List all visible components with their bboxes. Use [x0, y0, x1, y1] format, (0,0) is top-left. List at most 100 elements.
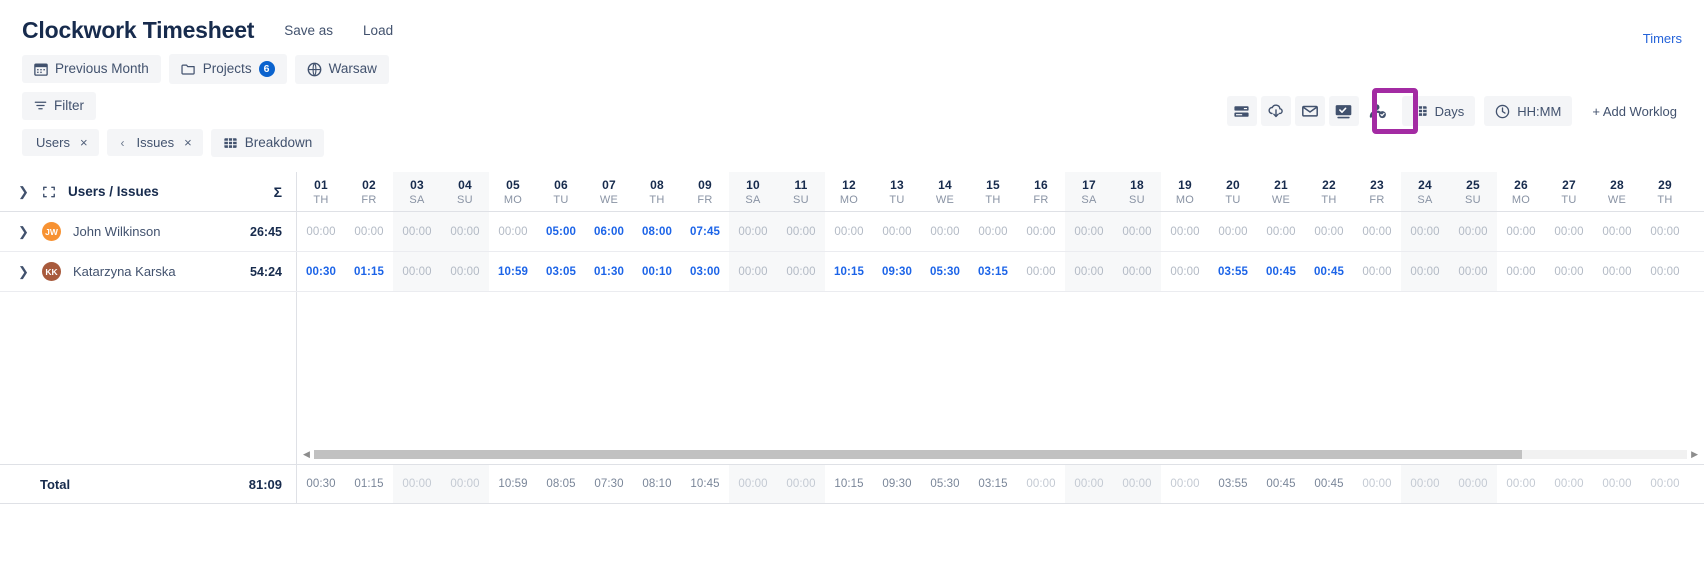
day-header[interactable]: 29 TH: [1641, 172, 1689, 211]
day-header[interactable]: 14 WE: [921, 172, 969, 211]
worklog-cell[interactable]: 00:00: [1209, 212, 1257, 251]
worklog-cell[interactable]: 00:00: [1161, 212, 1209, 251]
worklog-cell[interactable]: 00:00: [1545, 252, 1593, 291]
worklog-cell[interactable]: 00:00: [1497, 212, 1545, 251]
worklog-cell[interactable]: 00:45: [1257, 252, 1305, 291]
scroll-left-arrow-icon[interactable]: ◀: [299, 449, 314, 460]
day-header[interactable]: 18 SU: [1113, 172, 1161, 211]
day-header[interactable]: 17 SA: [1065, 172, 1113, 211]
worklog-cell[interactable]: 07:45: [681, 212, 729, 251]
day-header[interactable]: 26 MO: [1497, 172, 1545, 211]
worklog-cell[interactable]: 00:00: [1161, 252, 1209, 291]
worklog-cell[interactable]: 05:30: [921, 252, 969, 291]
days-view-button[interactable]: Days: [1401, 96, 1476, 126]
day-header[interactable]: 01 TH: [297, 172, 345, 211]
worklog-cell[interactable]: 00:00: [1257, 212, 1305, 251]
day-header[interactable]: 19 MO: [1161, 172, 1209, 211]
previous-month-button[interactable]: Previous Month: [22, 55, 161, 83]
worklog-cell[interactable]: 00:00: [1449, 252, 1497, 291]
worklog-cell[interactable]: 00:00: [1353, 212, 1401, 251]
day-header[interactable]: 22 TH: [1305, 172, 1353, 211]
day-header[interactable]: 21 WE: [1257, 172, 1305, 211]
worklog-cell[interactable]: 10:15: [825, 252, 873, 291]
worklog-cell[interactable]: 06:00: [585, 212, 633, 251]
rows-icon[interactable]: [1226, 96, 1257, 126]
day-header[interactable]: 06 TU: [537, 172, 585, 211]
worklog-cell[interactable]: 10:59: [489, 252, 537, 291]
row-expand-caret-icon[interactable]: ❯: [18, 264, 30, 280]
day-header[interactable]: 10 SA: [729, 172, 777, 211]
timers-link[interactable]: Timers: [1643, 31, 1682, 46]
worklog-cell[interactable]: 00:30: [297, 252, 345, 291]
worklog-cell[interactable]: 00:00: [1497, 252, 1545, 291]
sum-toggle-icon[interactable]: Σ: [274, 184, 282, 200]
chip-issues-remove-icon[interactable]: ×: [184, 136, 192, 149]
projects-button[interactable]: Projects 6: [168, 54, 287, 84]
worklog-cell[interactable]: 01:30: [585, 252, 633, 291]
worklog-cell[interactable]: 00:00: [1065, 212, 1113, 251]
time-format-button[interactable]: HH:MM: [1484, 96, 1573, 126]
table-row[interactable]: ❯ JW John Wilkinson 26:45 00:00 00:00 00:00 00:…: [0, 212, 1704, 252]
day-header[interactable]: 13 TU: [873, 172, 921, 211]
day-header[interactable]: 23 FR: [1353, 172, 1401, 211]
day-header[interactable]: 11 SU: [777, 172, 825, 211]
worklog-cell[interactable]: 00:00: [1401, 212, 1449, 251]
worklog-cell[interactable]: 00:00: [969, 212, 1017, 251]
worklog-cell[interactable]: 00:00: [441, 212, 489, 251]
chip-users[interactable]: Users ×: [22, 129, 99, 156]
worklog-cell[interactable]: 03:55: [1209, 252, 1257, 291]
worklog-cell[interactable]: 00:00: [441, 252, 489, 291]
load-button[interactable]: Load: [363, 23, 393, 38]
email-icon[interactable]: [1294, 96, 1325, 126]
worklog-cell[interactable]: 00:00: [1305, 212, 1353, 251]
worklog-cell[interactable]: 08:00: [633, 212, 681, 251]
day-header[interactable]: 05 MO: [489, 172, 537, 211]
day-header[interactable]: 04 SU: [441, 172, 489, 211]
cloud-download-icon[interactable]: [1260, 96, 1291, 126]
save-as-button[interactable]: Save as: [284, 23, 333, 38]
worklog-cell[interactable]: 03:00: [681, 252, 729, 291]
scrollbar-thumb[interactable]: [313, 449, 1523, 459]
worklog-cell[interactable]: 09:30: [873, 252, 921, 291]
avatar[interactable]: KK: [42, 262, 61, 281]
scrollbar-track[interactable]: [313, 449, 1688, 459]
worklog-cell[interactable]: 00:00: [345, 212, 393, 251]
table-row[interactable]: ❯ KK Katarzyna Karska 54:24 00:30 01:15 00:00 0…: [0, 252, 1704, 292]
worklog-cell[interactable]: 00:00: [393, 212, 441, 251]
day-header[interactable]: 15 TH: [969, 172, 1017, 211]
worklog-cell[interactable]: 00:00: [393, 252, 441, 291]
worklog-cell[interactable]: 00:00: [729, 252, 777, 291]
day-header[interactable]: 24 SA: [1401, 172, 1449, 211]
worklog-cell[interactable]: 00:00: [729, 212, 777, 251]
worklog-cell[interactable]: 00:00: [1401, 252, 1449, 291]
worklog-cell[interactable]: 03:15: [969, 252, 1017, 291]
worklog-cell[interactable]: 00:10: [633, 252, 681, 291]
worklog-cell[interactable]: 05:00: [537, 212, 585, 251]
day-header[interactable]: 20 TU: [1209, 172, 1257, 211]
worklog-cell[interactable]: 00:00: [873, 212, 921, 251]
day-header[interactable]: 25 SU: [1449, 172, 1497, 211]
day-header[interactable]: 28 WE: [1593, 172, 1641, 211]
screen-check-icon[interactable]: [1328, 96, 1359, 126]
chip-issues-prev-icon[interactable]: ‹: [121, 137, 125, 149]
worklog-cell[interactable]: 00:00: [1641, 252, 1689, 291]
day-header[interactable]: 27 TU: [1545, 172, 1593, 211]
worklog-cell[interactable]: 00:00: [1641, 212, 1689, 251]
worklog-cell[interactable]: 00:00: [1449, 212, 1497, 251]
worklog-cell[interactable]: 01:15: [345, 252, 393, 291]
worklog-cell[interactable]: 00:00: [1593, 212, 1641, 251]
worklog-cell[interactable]: 00:00: [1017, 252, 1065, 291]
avatar[interactable]: JW: [42, 222, 61, 241]
day-header[interactable]: 07 WE: [585, 172, 633, 211]
worklog-cell[interactable]: 00:00: [777, 252, 825, 291]
worklog-cell[interactable]: 00:00: [1017, 212, 1065, 251]
worklog-cell[interactable]: 00:00: [1065, 252, 1113, 291]
day-header[interactable]: 02 FR: [345, 172, 393, 211]
timezone-button[interactable]: Warsaw: [294, 54, 389, 84]
day-header[interactable]: 16 FR: [1017, 172, 1065, 211]
worklog-cell[interactable]: 00:00: [489, 212, 537, 251]
worklog-cell[interactable]: 00:00: [1545, 212, 1593, 251]
worklog-cell[interactable]: 00:00: [777, 212, 825, 251]
chip-issues[interactable]: ‹ Issues ×: [106, 129, 203, 156]
breakdown-button[interactable]: Breakdown: [210, 128, 325, 157]
